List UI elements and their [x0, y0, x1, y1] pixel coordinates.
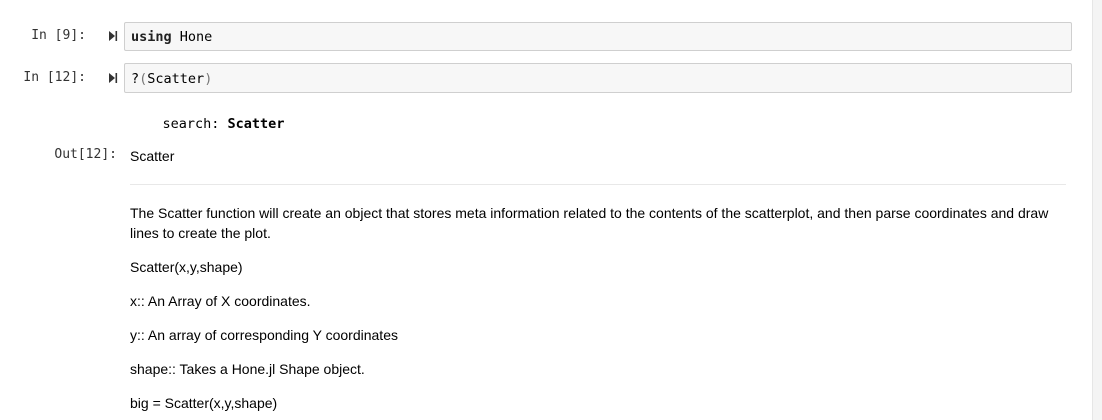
stream-output: search: Scatter	[130, 100, 285, 148]
doc-heading: Scatter	[130, 148, 175, 164]
code-text: using Hone	[131, 29, 212, 45]
output-prompt: Out[12]:	[54, 147, 117, 162]
code-input[interactable]: using Hone	[124, 22, 1072, 51]
input-prompt: In [12]:	[23, 70, 86, 85]
doc-param-x: x:: An Array of X coordinates.	[130, 293, 311, 309]
scrollbar[interactable]	[1092, 0, 1102, 420]
code-module: Hone	[171, 29, 213, 45]
doc-divider	[130, 184, 1066, 185]
close-paren: )	[204, 71, 213, 87]
code-cell-2[interactable]: In [12]: ?(Scatter) search: Scatter Out[…	[0, 62, 1092, 420]
code-keyword: using	[131, 29, 172, 45]
code-cell-1[interactable]: In [9]: using Hone	[0, 20, 1092, 52]
doc-paragraph: The Scatter function will create an obje…	[130, 205, 1049, 241]
input-prompt: In [9]:	[31, 28, 86, 43]
run-cell-icon[interactable]	[108, 72, 118, 84]
code-argument: Scatter	[147, 71, 205, 87]
help-prefix: ?	[131, 71, 140, 87]
doc-signature: Scatter(x,y,shape)	[130, 259, 243, 275]
doc-example: big = Scatter(x,y,shape)	[130, 395, 278, 411]
doc-param-shape: shape:: Takes a Hone.jl Shape object.	[130, 361, 365, 377]
code-input[interactable]: ?(Scatter)	[124, 63, 1072, 93]
code-text: ?(Scatter)	[131, 71, 212, 87]
run-cell-icon[interactable]	[108, 30, 118, 42]
search-label: search:	[162, 116, 228, 132]
doc-param-y: y:: An array of corresponding Y coordina…	[130, 327, 398, 343]
search-value: Scatter	[227, 116, 285, 132]
